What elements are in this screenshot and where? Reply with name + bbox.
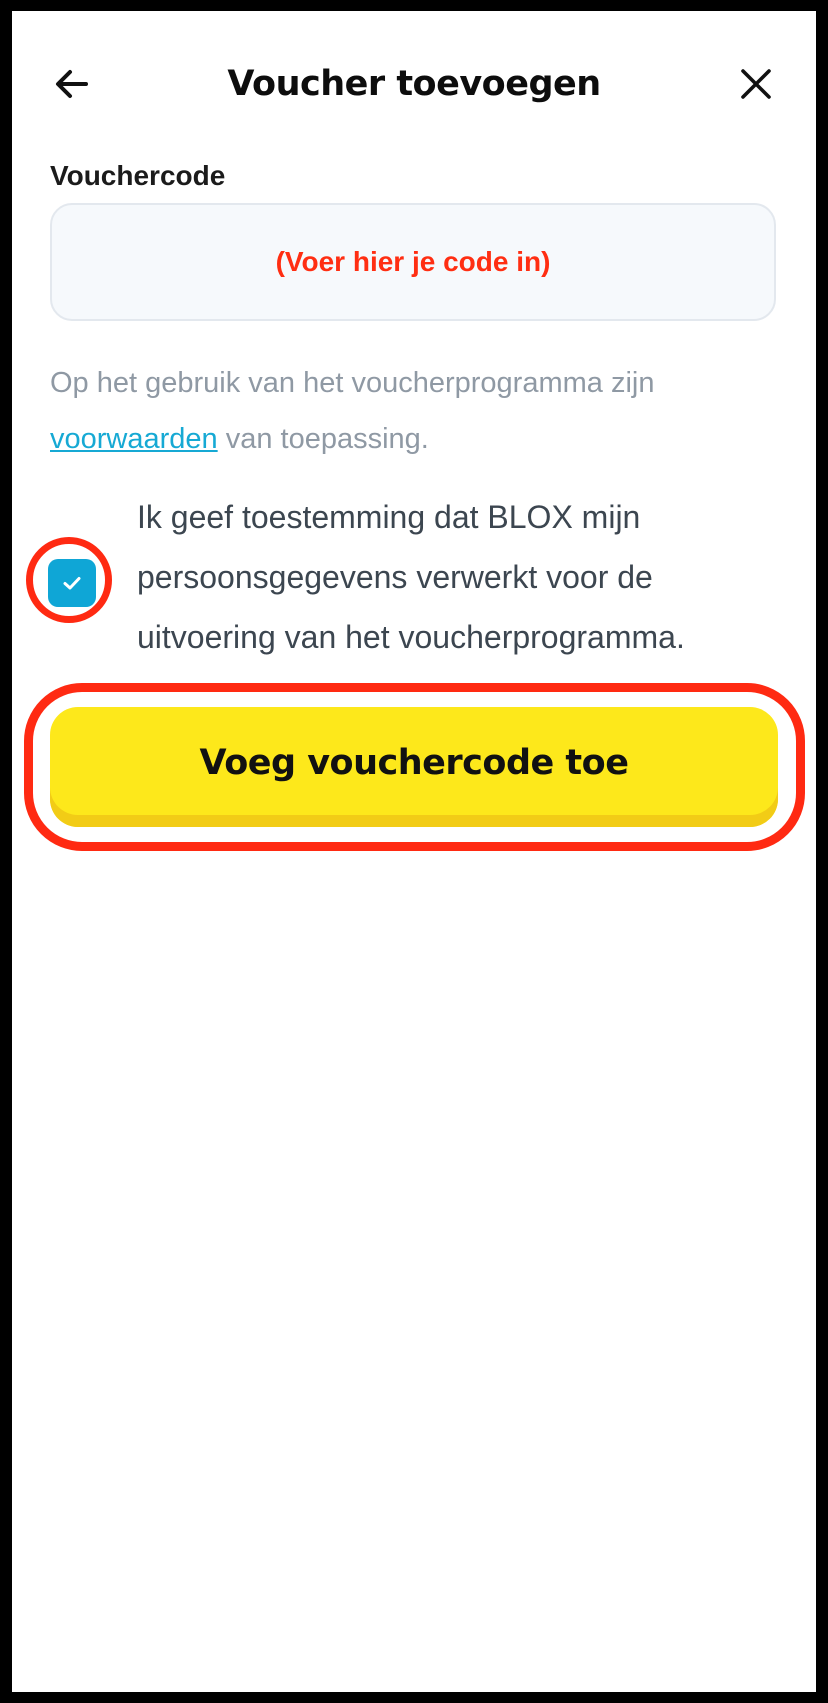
page-title: Voucher toevoegen bbox=[227, 64, 601, 104]
consent-row: Ik geef toestemming dat BLOX mijn persoo… bbox=[12, 487, 816, 677]
voucher-screen: Voucher toevoegen Vouchercode (Voer hier… bbox=[12, 11, 816, 1692]
header: Voucher toevoegen bbox=[12, 11, 816, 143]
checkmark-icon bbox=[63, 577, 81, 590]
terms-text-before: Op het gebruik van het voucherprogramma … bbox=[50, 367, 655, 399]
voucher-code-placeholder: (Voer hier je code in) bbox=[275, 246, 551, 277]
terms-notice: Op het gebruik van het voucherprogramma … bbox=[50, 355, 790, 467]
consent-text: Ik geef toestemming dat BLOX mijn persoo… bbox=[137, 499, 685, 655]
vouchercode-label: Vouchercode bbox=[50, 160, 226, 191]
close-button[interactable] bbox=[726, 54, 786, 114]
voucher-code-input[interactable]: (Voer hier je code in) bbox=[50, 203, 776, 321]
close-icon bbox=[741, 69, 771, 99]
consent-checkbox[interactable] bbox=[48, 559, 96, 607]
terms-text-after: van toepassing. bbox=[217, 423, 429, 455]
terms-link[interactable]: voorwaarden bbox=[50, 423, 218, 455]
add-voucher-button[interactable]: Voeg vouchercode toe bbox=[50, 707, 778, 827]
